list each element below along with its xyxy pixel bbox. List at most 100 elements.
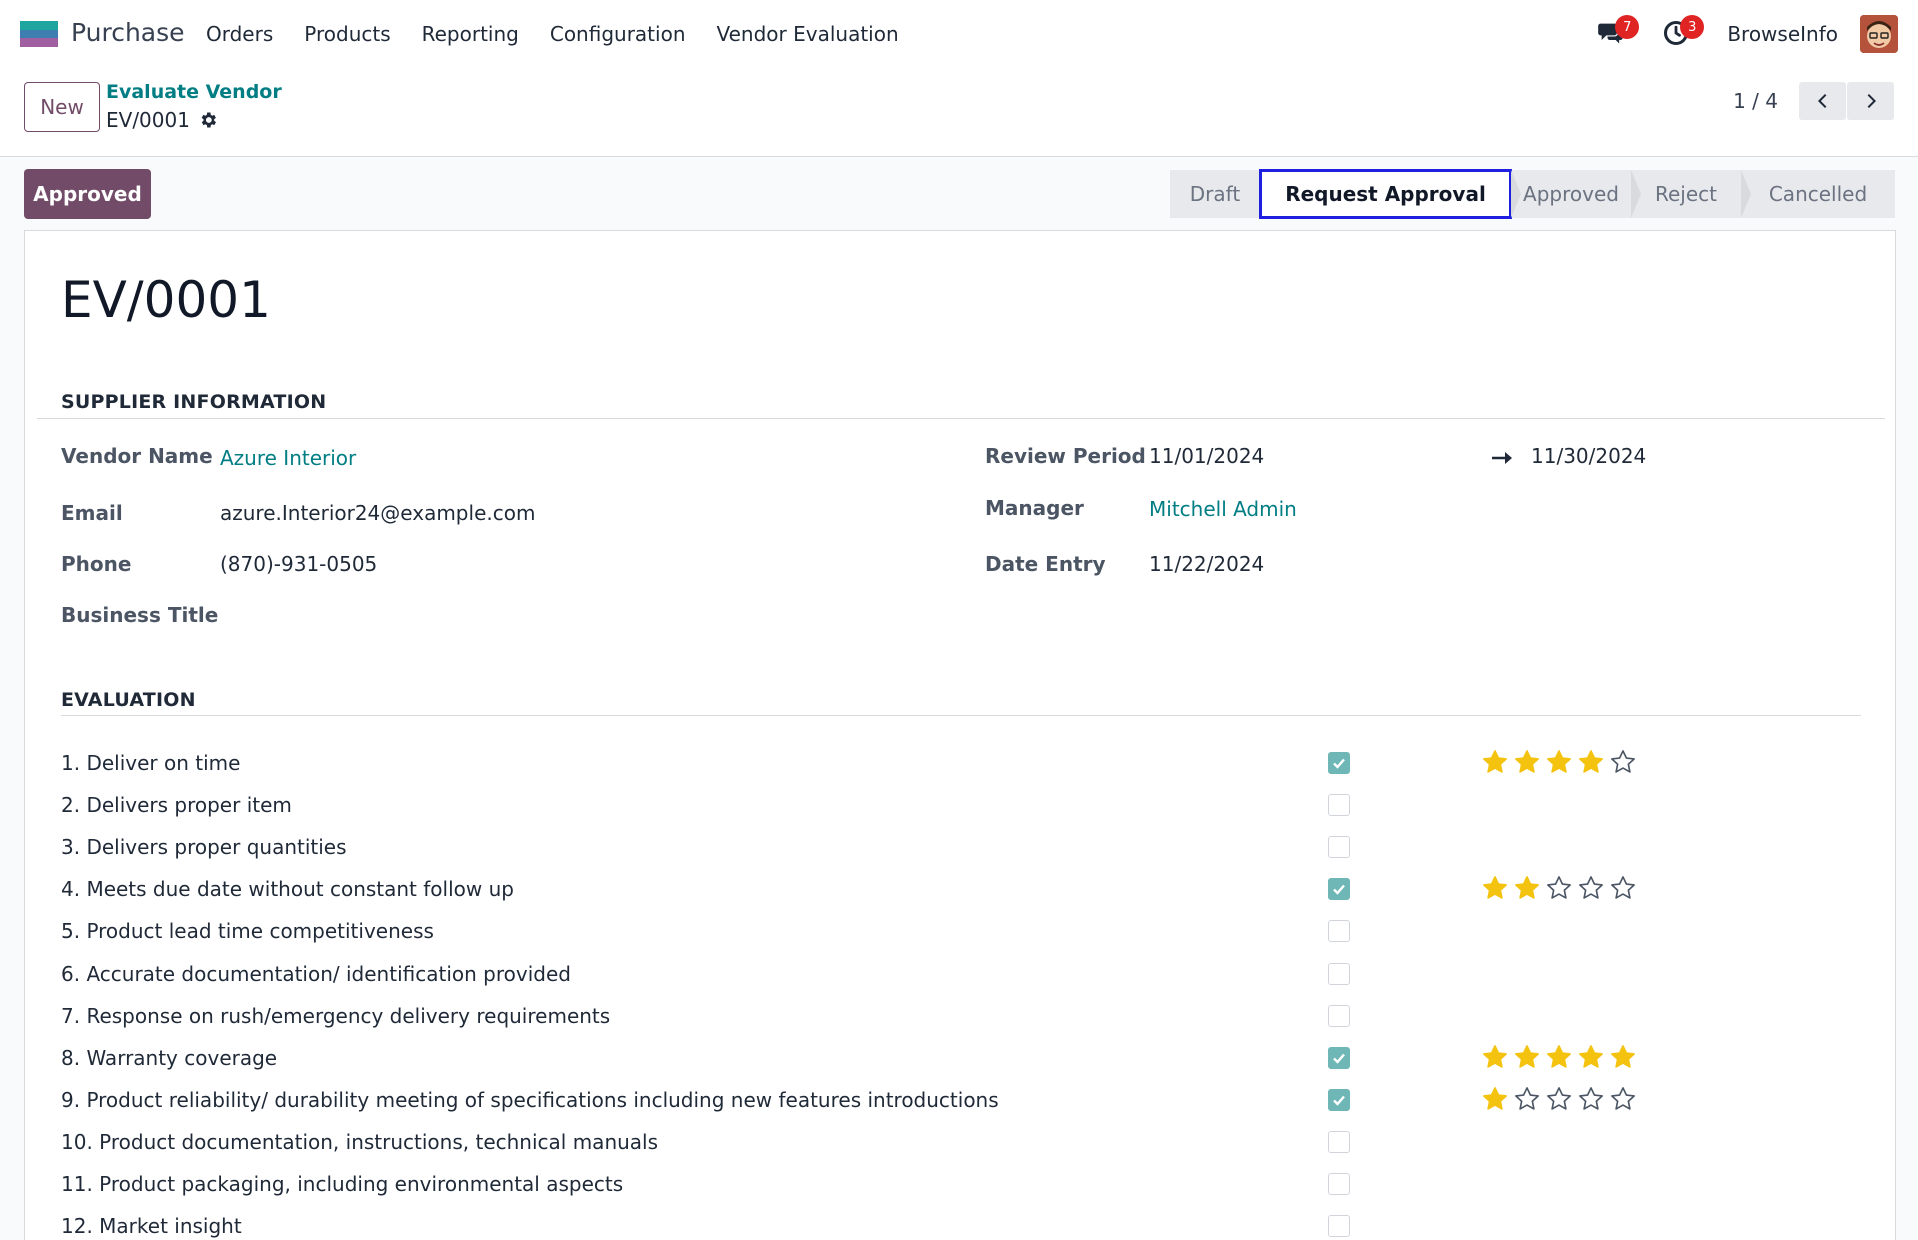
systray: 7 3 BrowseInfo bbox=[1597, 14, 1898, 54]
star-empty-icon[interactable] bbox=[1577, 1085, 1605, 1113]
supplier-section-divider bbox=[37, 418, 1885, 419]
stage-request-approval[interactable]: Request Approval bbox=[1259, 169, 1521, 219]
phone-field[interactable]: (870)-931-0505 bbox=[220, 552, 377, 576]
menu-configuration[interactable]: Configuration bbox=[550, 22, 686, 46]
star-empty-icon[interactable] bbox=[1545, 874, 1573, 902]
rating-widget bbox=[1481, 1043, 1641, 1071]
star-empty-icon[interactable] bbox=[1609, 1085, 1637, 1113]
form-sheet: EV/0001 SUPPLIER INFORMATION Vendor Name… bbox=[24, 230, 1896, 1240]
evaluation-checkbox[interactable] bbox=[1328, 920, 1350, 943]
date-entry-field[interactable]: 11/22/2024 bbox=[1149, 552, 1264, 576]
evaluation-row: 5. Product lead time competitiveness bbox=[61, 911, 1861, 953]
date-entry-label: Date Entry bbox=[985, 552, 1106, 576]
control-panel: New Evaluate Vendor EV/0001 1 / 4 bbox=[0, 68, 1918, 157]
star-filled-icon[interactable] bbox=[1481, 1043, 1509, 1071]
star-filled-icon[interactable] bbox=[1577, 748, 1605, 776]
company-switcher[interactable]: BrowseInfo bbox=[1727, 22, 1838, 46]
evaluation-row: 3. Delivers proper quantities bbox=[61, 827, 1861, 869]
user-avatar-icon bbox=[1860, 15, 1898, 53]
main-menu: Orders Products Reporting Configuration … bbox=[206, 22, 930, 46]
checkmark-icon bbox=[1333, 1095, 1345, 1106]
star-filled-icon[interactable] bbox=[1545, 748, 1573, 776]
evaluation-checkbox[interactable] bbox=[1328, 1130, 1350, 1153]
approve-action-button[interactable]: Approved bbox=[24, 169, 151, 219]
apps-menu-icon[interactable] bbox=[20, 21, 58, 47]
breadcrumb-parent-link[interactable]: Evaluate Vendor bbox=[106, 81, 282, 103]
pager-value[interactable]: 1 / 4 bbox=[1733, 89, 1778, 113]
review-end-date-field[interactable]: 11/30/2024 bbox=[1531, 444, 1646, 468]
user-avatar[interactable] bbox=[1860, 15, 1898, 53]
evaluation-section-title: EVALUATION bbox=[61, 689, 196, 711]
star-filled-icon[interactable] bbox=[1513, 748, 1541, 776]
evaluation-row: 8. Warranty coverage bbox=[61, 1038, 1861, 1080]
evaluation-checkbox[interactable] bbox=[1328, 836, 1350, 859]
evaluation-row: 10. Product documentation, instructions,… bbox=[61, 1122, 1861, 1164]
stage-approved[interactable]: Approved bbox=[1511, 170, 1641, 218]
stage-cancelled[interactable]: Cancelled bbox=[1741, 170, 1895, 218]
star-filled-icon[interactable] bbox=[1545, 1043, 1573, 1071]
evaluation-checkbox[interactable] bbox=[1328, 878, 1350, 901]
supplier-section-title: SUPPLIER INFORMATION bbox=[61, 391, 327, 413]
evaluation-criterion-label: 4. Meets due date without constant follo… bbox=[61, 877, 514, 902]
star-filled-icon[interactable] bbox=[1577, 1043, 1605, 1071]
rating-widget bbox=[1481, 874, 1641, 902]
evaluation-row: 6. Accurate documentation/ identificatio… bbox=[61, 954, 1861, 996]
evaluation-criterion-label: 3. Delivers proper quantities bbox=[61, 835, 347, 860]
evaluation-row: 1. Deliver on time bbox=[61, 743, 1861, 785]
email-field[interactable]: azure.Interior24@example.com bbox=[220, 501, 535, 525]
evaluation-criterion-label: 5. Product lead time competitiveness bbox=[61, 919, 434, 944]
evaluation-criterion-label: 2. Delivers proper item bbox=[61, 793, 292, 818]
evaluation-checkbox[interactable] bbox=[1328, 1173, 1350, 1195]
star-empty-icon[interactable] bbox=[1609, 748, 1637, 776]
manager-field[interactable]: Mitchell Admin bbox=[1149, 497, 1297, 521]
activities-button[interactable]: 3 bbox=[1662, 15, 1705, 49]
evaluation-checkbox[interactable] bbox=[1328, 1215, 1350, 1238]
evaluation-criterion-label: 8. Warranty coverage bbox=[61, 1045, 278, 1070]
review-start-date-field[interactable]: 11/01/2024 bbox=[1149, 444, 1264, 468]
star-empty-icon[interactable] bbox=[1513, 1085, 1541, 1113]
manager-label: Manager bbox=[985, 496, 1084, 520]
star-filled-icon[interactable] bbox=[1513, 874, 1541, 902]
star-filled-icon[interactable] bbox=[1609, 1043, 1637, 1071]
record-title: EV/0001 bbox=[61, 271, 271, 329]
star-filled-icon[interactable] bbox=[1481, 1085, 1509, 1113]
menu-orders[interactable]: Orders bbox=[206, 22, 273, 46]
new-button[interactable]: New bbox=[24, 82, 100, 132]
evaluation-row: 12. Market insight bbox=[61, 1206, 1861, 1240]
breadcrumb-current-label: EV/0001 bbox=[106, 108, 190, 132]
evaluation-criterion-label: 12. Market insight bbox=[61, 1214, 242, 1239]
status-bar: Draft Request Approval Approved Reject C… bbox=[1170, 169, 1895, 219]
star-filled-icon[interactable] bbox=[1513, 1043, 1541, 1071]
star-empty-icon[interactable] bbox=[1577, 874, 1605, 902]
pager-next-button[interactable] bbox=[1847, 82, 1894, 120]
evaluation-row: 11. Product packaging, including environ… bbox=[61, 1164, 1861, 1206]
evaluation-checkbox[interactable] bbox=[1328, 962, 1350, 985]
stage-draft[interactable]: Draft bbox=[1170, 170, 1270, 218]
gear-icon[interactable] bbox=[198, 110, 218, 130]
evaluation-checkbox[interactable] bbox=[1328, 752, 1350, 774]
star-filled-icon[interactable] bbox=[1481, 874, 1509, 902]
menu-products[interactable]: Products bbox=[304, 22, 390, 46]
evaluation-row: 7. Response on rush/emergency delivery r… bbox=[61, 996, 1861, 1038]
menu-reporting[interactable]: Reporting bbox=[422, 22, 519, 46]
pager-previous-button[interactable] bbox=[1799, 82, 1846, 120]
evaluation-checkbox[interactable] bbox=[1328, 1004, 1350, 1027]
evaluation-checkbox[interactable] bbox=[1328, 794, 1350, 817]
star-empty-icon[interactable] bbox=[1609, 874, 1637, 902]
evaluation-section-divider bbox=[61, 715, 1861, 716]
evaluation-checkbox[interactable] bbox=[1328, 1088, 1350, 1111]
checkmark-icon bbox=[1333, 758, 1345, 769]
star-filled-icon[interactable] bbox=[1481, 748, 1509, 776]
evaluation-row: 9. Product reliability/ durability meeti… bbox=[61, 1080, 1861, 1122]
star-empty-icon[interactable] bbox=[1545, 1085, 1573, 1113]
evaluation-criterion-label: 1. Deliver on time bbox=[61, 751, 241, 775]
stage-reject[interactable]: Reject bbox=[1631, 170, 1751, 218]
arrow-right-icon bbox=[1492, 452, 1512, 464]
vendor-name-field[interactable]: Azure Interior bbox=[220, 446, 356, 470]
app-name[interactable]: Purchase bbox=[71, 18, 185, 47]
messages-button[interactable]: 7 bbox=[1597, 15, 1640, 49]
evaluation-checkbox[interactable] bbox=[1328, 1046, 1350, 1069]
checkmark-icon bbox=[1333, 1053, 1345, 1064]
menu-vendor-evaluation[interactable]: Vendor Evaluation bbox=[717, 22, 899, 46]
evaluation-criterion-label: 10. Product documentation, instructions,… bbox=[61, 1129, 659, 1154]
